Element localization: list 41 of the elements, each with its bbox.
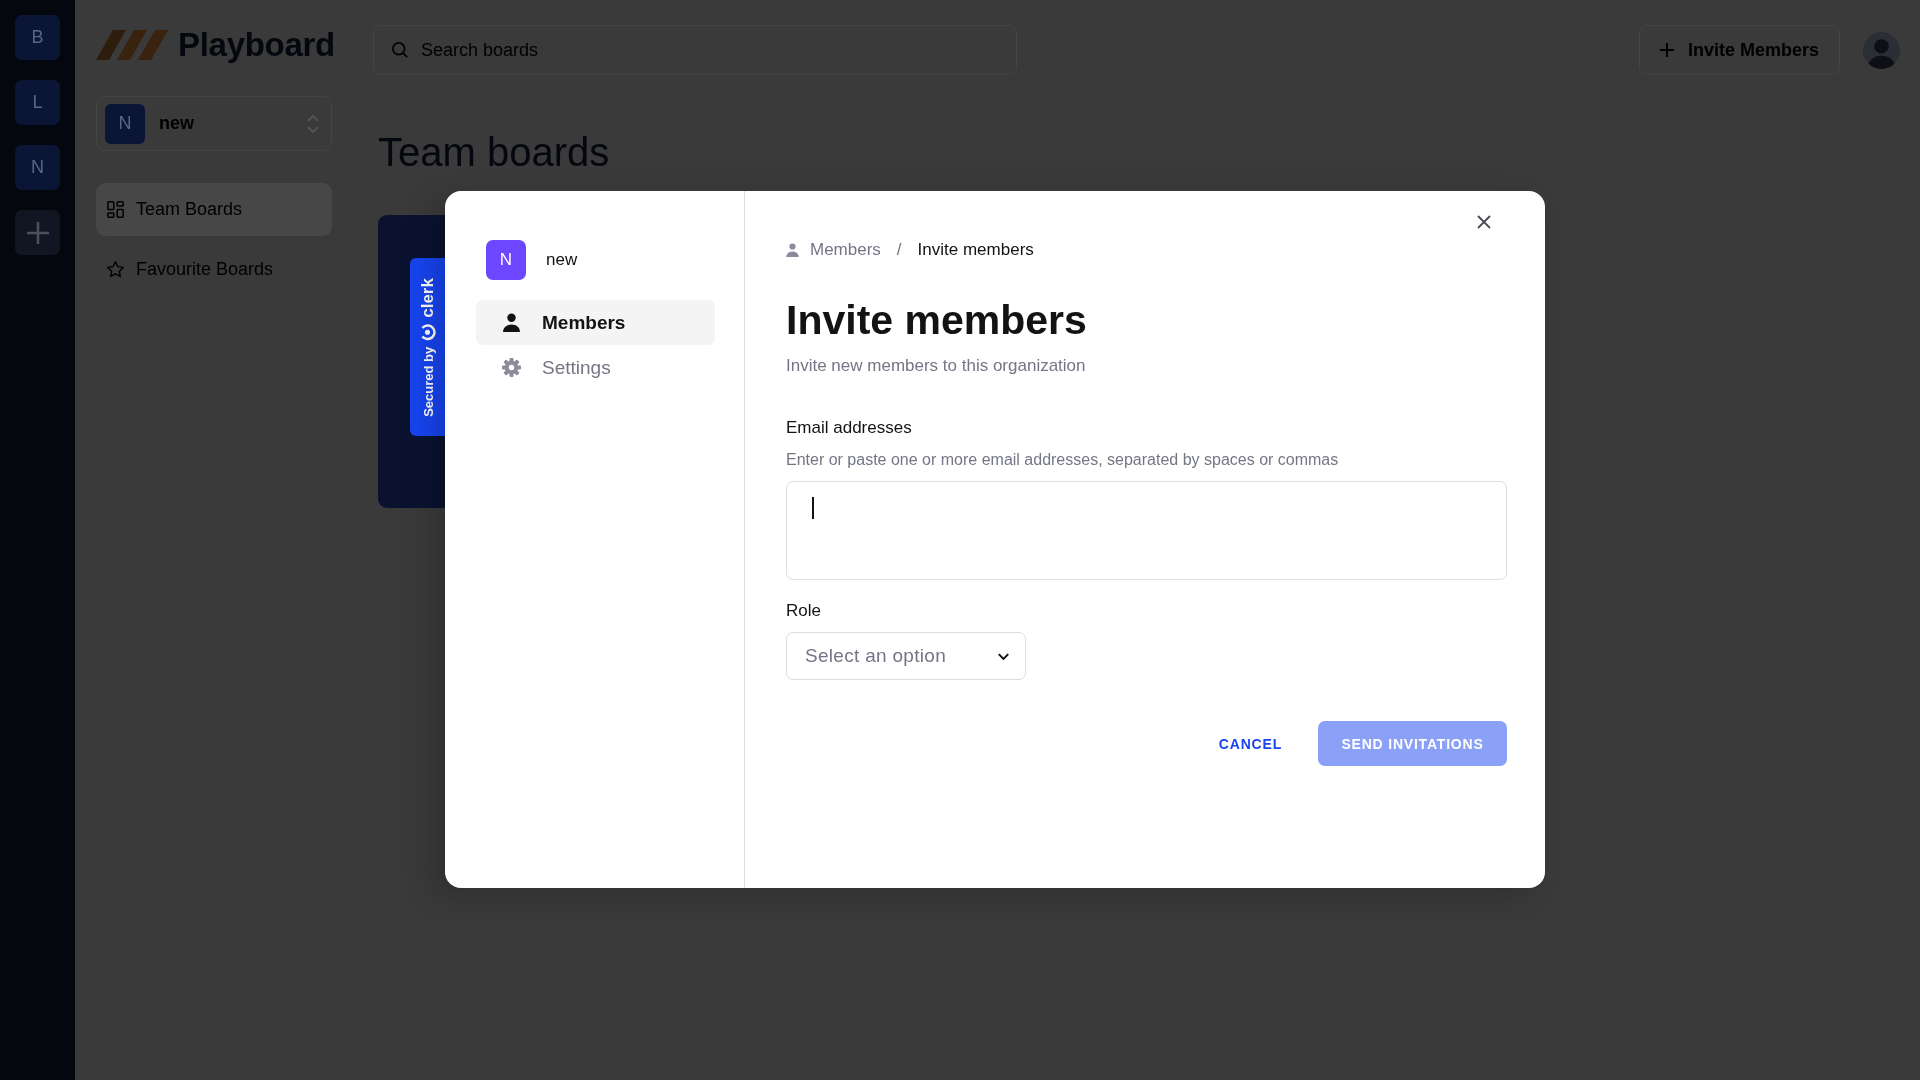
chevrons-up-down-icon	[307, 114, 319, 133]
email-input[interactable]	[786, 481, 1507, 580]
organization-tile[interactable]: N	[15, 145, 60, 190]
organization-tile[interactable]: L	[15, 80, 60, 125]
star-icon	[107, 261, 124, 278]
chevron-down-icon	[998, 652, 1009, 660]
close-icon	[1477, 215, 1491, 229]
plus-icon	[1659, 43, 1674, 57]
person-icon	[786, 243, 799, 257]
sidebar-nav-item[interactable]: Favourite Boards	[96, 243, 332, 296]
cancel-button[interactable]: CANCEL	[1200, 721, 1300, 766]
organization-tile[interactable]: B	[15, 15, 60, 60]
breadcrumb-current: Invite members	[917, 240, 1034, 260]
organization-name: new	[546, 250, 578, 270]
breadcrumb-separator: /	[896, 240, 902, 260]
add-organization-button[interactable]	[15, 210, 60, 255]
dialog-subtitle: Invite new members to this organization	[786, 355, 1086, 377]
search-field[interactable]: Search boards	[373, 25, 1017, 75]
organization-avatar: N	[486, 240, 526, 280]
logo-icon	[96, 30, 168, 60]
gear-icon	[502, 358, 521, 377]
sidebar-nav-item[interactable]: Team Boards	[96, 183, 332, 236]
dialog-title: Invite members	[786, 296, 1087, 345]
organization-avatar: N	[105, 103, 145, 144]
plus-icon	[26, 221, 49, 244]
clerk-brand-text: clerk	[417, 277, 438, 318]
field-label: Role	[786, 600, 821, 622]
grid-icon	[107, 201, 124, 218]
clerk-logo-icon	[419, 323, 436, 341]
breadcrumb-link[interactable]: Members	[786, 240, 881, 260]
organization-switcher[interactable]: N new	[96, 96, 332, 151]
dialog-nav-item[interactable]: Settings	[476, 345, 715, 390]
user-avatar[interactable]	[1863, 31, 1900, 69]
role-select[interactable]: Select an option	[786, 632, 1026, 680]
dialog-nav-item[interactable]: Members	[476, 300, 715, 345]
secured-by-text: Secured by	[420, 346, 435, 417]
field-label: Email addresses	[786, 417, 912, 439]
search-icon	[392, 42, 408, 58]
person-icon	[502, 313, 521, 332]
field-hint: Enter or paste one or more email addresses, separated by spaces or commas	[786, 450, 1339, 470]
invite-members-button[interactable]: Invite Members	[1638, 25, 1840, 75]
